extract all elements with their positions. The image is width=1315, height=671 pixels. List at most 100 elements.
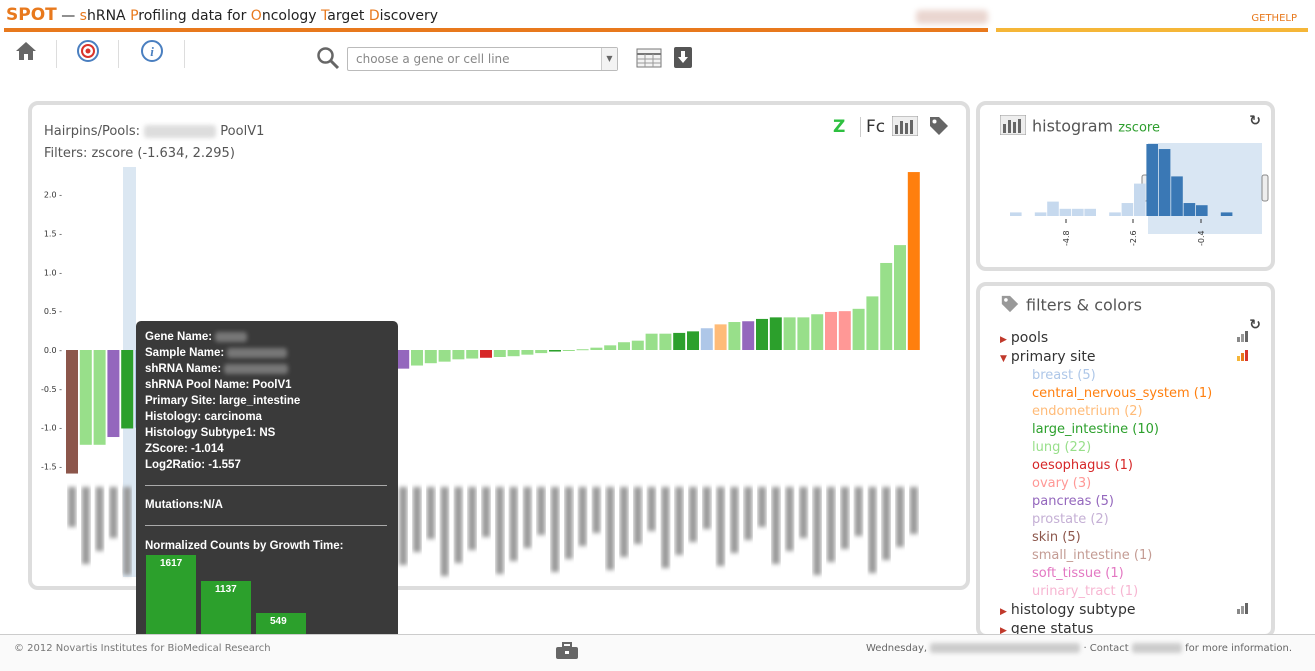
bar-tooltip: Gene Name: Sample Name: shRNA Name: shRN… [136, 321, 398, 670]
tooltip-histology-subtype: Histology Subtype1: NS [145, 427, 276, 439]
chart-bar[interactable] [659, 333, 672, 350]
histogram-bin [1034, 212, 1047, 216]
chart-bar[interactable] [604, 345, 617, 350]
chart-bar[interactable] [397, 350, 410, 369]
target-icon[interactable] [74, 37, 102, 65]
brush-handle-right[interactable] [1261, 174, 1269, 202]
chart-bar[interactable] [866, 296, 879, 350]
primary-site-item[interactable]: central_nervous_system (1) [1032, 386, 1212, 401]
download-icon[interactable] [674, 47, 692, 68]
histogram-bin [1084, 208, 1096, 216]
chart-bar[interactable] [121, 350, 134, 429]
x-tick-label-redacted [564, 487, 573, 559]
color-by-icon[interactable] [1236, 347, 1252, 366]
primary-site-item[interactable]: pancreas (5) [1032, 494, 1114, 509]
chart-bar[interactable] [507, 350, 520, 357]
chart-bar[interactable] [673, 332, 686, 350]
x-tick-label-redacted [716, 487, 725, 566]
chart-bar[interactable] [783, 317, 796, 350]
chart-bar[interactable] [769, 317, 782, 350]
x-tick-label-redacted [744, 487, 753, 540]
filter-node-histology-subtype[interactable]: ▶ histology subtype [1000, 602, 1135, 618]
color-by-icon[interactable] [1236, 600, 1252, 619]
chart-bar[interactable] [562, 350, 575, 351]
chart-bar[interactable] [700, 328, 713, 350]
chevron-down-icon[interactable]: ▼ [601, 48, 617, 70]
filter-node-pools[interactable]: ▶ pools [1000, 330, 1048, 346]
histogram-bin [1146, 144, 1158, 216]
chart-bar[interactable] [797, 317, 810, 350]
color-by-icon[interactable] [1236, 328, 1252, 347]
chart-bar[interactable] [618, 342, 630, 350]
x-tick-label-redacted [813, 487, 822, 575]
primary-site-item[interactable]: soft_tissue (1) [1032, 566, 1124, 581]
chart-bar[interactable] [107, 350, 120, 438]
chart-bar[interactable] [493, 350, 506, 357]
primary-site-item[interactable]: small_intestine (1) [1032, 548, 1152, 563]
chart-bar[interactable] [438, 350, 451, 362]
primary-site-item[interactable]: skin (5) [1032, 530, 1081, 545]
primary-site-item[interactable]: large_intestine (10) [1032, 422, 1159, 437]
chart-bar[interactable] [480, 350, 492, 358]
chart-bar[interactable] [645, 333, 658, 350]
x-tick-label-redacted [647, 487, 656, 531]
copyright: © 2012 Novartis Institutes for BioMedica… [14, 643, 271, 654]
primary-site-item[interactable]: breast (5) [1032, 368, 1096, 383]
chart-bar[interactable] [907, 172, 920, 350]
info-icon[interactable]: i [138, 37, 166, 65]
primary-site-item[interactable]: urinary_tract (1) [1032, 584, 1138, 599]
x-tick-label-redacted [854, 487, 863, 536]
tag-icon[interactable] [928, 115, 950, 141]
primary-site-item[interactable]: ovary (3) [1032, 476, 1091, 491]
filter-node-primary-site[interactable]: ▼ primary site [1000, 349, 1095, 365]
chart-bar[interactable] [424, 350, 437, 364]
growth-count-label: 549 [270, 616, 287, 627]
chart-bar[interactable] [756, 318, 768, 350]
chart-bar[interactable] [590, 347, 603, 350]
chart-bar[interactable] [93, 350, 106, 445]
chart-bar[interactable] [576, 349, 589, 351]
chart-bar[interactable] [631, 340, 644, 350]
chart-bar[interactable] [825, 311, 837, 350]
chart-bar[interactable] [742, 321, 755, 350]
primary-site-item[interactable]: prostate (2) [1032, 512, 1109, 527]
chart-bar[interactable] [549, 350, 561, 352]
briefcase-icon[interactable] [555, 642, 579, 664]
primary-site-item[interactable]: oesophagus (1) [1032, 458, 1133, 473]
tooltip-log2ratio: Log2Ratio: -1.557 [145, 459, 241, 471]
foldchange-toggle[interactable]: Fc [860, 117, 885, 137]
chart-bar[interactable] [838, 311, 851, 350]
table-icon[interactable] [636, 48, 662, 72]
histogram-tick: -4.8 [1062, 219, 1071, 246]
search-icon[interactable] [316, 46, 340, 74]
primary-site-item[interactable]: endometrium (2) [1032, 404, 1143, 419]
chart-bar[interactable] [411, 350, 423, 366]
app-header: SPOT — shRNA Profiling data for Oncology… [0, 0, 1315, 34]
home-icon[interactable] [12, 37, 40, 65]
chart-bar[interactable] [535, 350, 548, 354]
growth-count-label: 1137 [215, 584, 237, 595]
primary-site-item[interactable]: lung (22) [1032, 440, 1091, 455]
histogram-bin [1196, 205, 1208, 216]
brand-logo[interactable]: SPOT [6, 5, 57, 25]
y-tick: 2.0 - [44, 191, 62, 200]
y-tick-label: -1.5 - [41, 463, 62, 472]
chart-bar[interactable] [66, 350, 78, 474]
x-tick-label-redacted [440, 487, 449, 576]
histogram-icon[interactable] [891, 115, 919, 140]
chart-bar[interactable] [728, 322, 741, 350]
gethelp-link[interactable]: GETHELP [1251, 13, 1297, 24]
x-tick-label-redacted [551, 487, 559, 572]
chart-bar[interactable] [811, 314, 824, 350]
zscore-toggle[interactable]: Z [833, 117, 845, 137]
chart-bar[interactable] [894, 245, 906, 350]
gene-search-select[interactable]: choose a gene or cell line ▼ [347, 47, 618, 71]
chart-bar[interactable] [852, 308, 865, 350]
chart-bar[interactable] [521, 350, 534, 355]
chart-bar[interactable] [452, 350, 465, 360]
chart-bar[interactable] [880, 262, 893, 350]
chart-bar[interactable] [79, 350, 92, 445]
chart-bar[interactable] [466, 350, 479, 359]
chart-bar[interactable] [714, 324, 727, 350]
chart-bar[interactable] [687, 331, 699, 350]
